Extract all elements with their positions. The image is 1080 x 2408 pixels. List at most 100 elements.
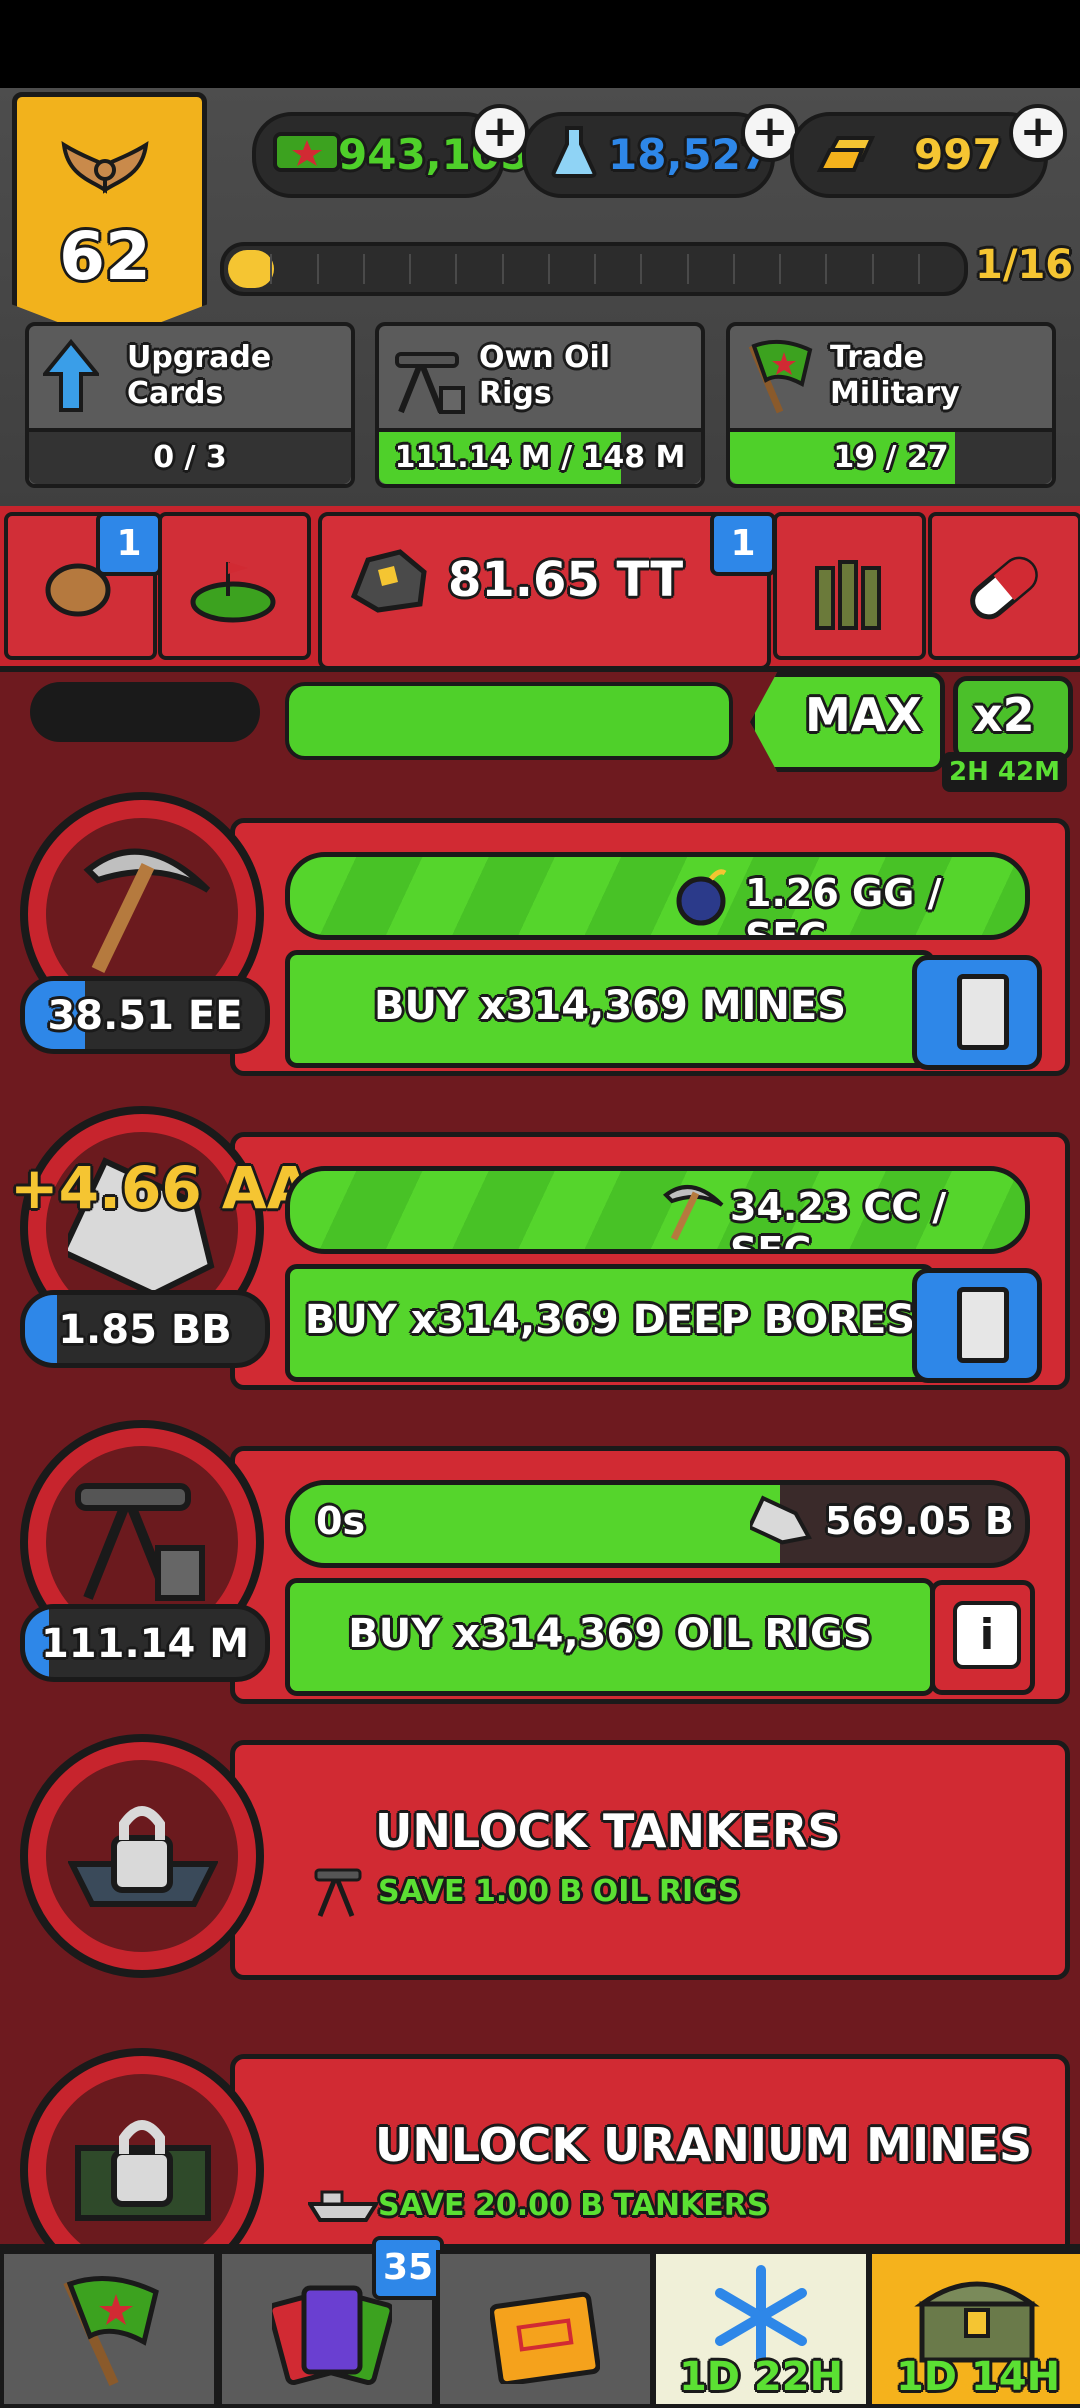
status-bar xyxy=(0,0,1080,88)
quest-progress: 0 / 3 xyxy=(29,428,351,484)
progress-segment-divider xyxy=(409,254,411,284)
progress-segment-divider xyxy=(362,254,365,284)
winter-event-timer: 1D 22H xyxy=(678,2354,844,2400)
progress-segment-divider xyxy=(270,254,273,284)
mines-count: 38.51 EE xyxy=(20,976,270,1054)
tab-ammo[interactable] xyxy=(773,512,926,660)
military-flag-icon xyxy=(63,2276,159,2387)
buy-mines-button[interactable]: BUY x314,369 MINES xyxy=(285,950,935,1068)
tab-farm[interactable] xyxy=(158,512,311,660)
flask-icon xyxy=(551,126,597,178)
cash-icon xyxy=(273,132,341,172)
pill-icon xyxy=(970,556,1038,620)
mines-rate: 1.26 GG / SEC xyxy=(745,871,942,940)
unlock-tankers-requirement: SAVE 1.00 B OIL RIGS xyxy=(378,1874,740,1909)
quest-label: Own Oil Rigs xyxy=(479,340,611,411)
tab-medicine[interactable] xyxy=(928,512,1080,660)
tab-badge: 1 xyxy=(710,512,776,576)
quest-own-oil-rigs[interactable]: Own Oil Rigs 111.14 M / 148 M xyxy=(375,322,705,488)
buy-mines-label: BUY x314,369 MINES xyxy=(373,983,847,1029)
deep-bores-count: 1.85 BB xyxy=(20,1290,270,1368)
previous-row-counter xyxy=(30,682,260,742)
add-cash-button[interactable]: + xyxy=(471,104,529,162)
tab-badge: 1 xyxy=(96,512,162,576)
progress-segment-divider xyxy=(917,254,920,284)
bullets-icon xyxy=(815,560,881,630)
tankers-avatar xyxy=(20,1734,264,1978)
research-counter[interactable]: 18,527 + xyxy=(522,104,799,198)
deep-bores-count-text: 1.85 BB xyxy=(58,1307,232,1353)
buy-oil-rigs-label: BUY x314,369 OIL RIGS xyxy=(348,1611,872,1657)
pickaxe-icon xyxy=(83,848,211,974)
quest-trade-military[interactable]: Trade Military 19 / 27 xyxy=(726,322,1056,488)
rank-progress-bar xyxy=(220,242,968,296)
card-icon xyxy=(957,1287,1009,1363)
drill-icon xyxy=(750,1495,812,1545)
add-gold-button[interactable]: + xyxy=(1009,104,1067,162)
progress-segment-divider xyxy=(640,254,643,284)
quest-progress: 19 / 27 xyxy=(730,428,1052,484)
card-icon xyxy=(957,974,1009,1050)
quest-upgrade-cards[interactable]: Upgrade Cards 0 / 3 xyxy=(25,322,355,488)
quest-label: Trade Military xyxy=(830,340,960,411)
quest-label: Upgrade Cards xyxy=(127,340,272,411)
pickaxe-icon xyxy=(662,1185,724,1241)
treasure-chest-icon xyxy=(914,2281,1040,2363)
mines-card-button[interactable] xyxy=(912,955,1042,1070)
progress-segment-divider xyxy=(594,254,596,284)
max-label: MAX xyxy=(805,688,922,742)
quest-progress-text: 111.14 M / 148 M xyxy=(394,440,686,475)
field-icon xyxy=(190,562,276,623)
chest-timer: 1D 14H xyxy=(895,2354,1061,2400)
rank-progress-fill xyxy=(228,250,275,288)
quest-progress-text: 0 / 3 xyxy=(153,440,227,475)
tanker-icon xyxy=(308,2190,378,2222)
military-flag-icon xyxy=(748,339,813,414)
tankers-locked-row[interactable] xyxy=(230,1740,1070,1980)
progress-segment-divider xyxy=(316,254,319,284)
oil-rigs-info-button[interactable]: i xyxy=(930,1580,1035,1695)
up-arrow-icon xyxy=(43,338,99,412)
oil-rigs-output: 569.05 B xyxy=(825,1499,1014,1543)
buy-oil-rigs-button[interactable]: BUY x314,369 OIL RIGS xyxy=(285,1578,935,1696)
oil-rigs-count-text: 111.14 M xyxy=(40,1621,250,1667)
oil-rig-icon xyxy=(395,352,465,414)
locked-uranium-mine-icon xyxy=(75,2120,211,2221)
cards-badge: 35 xyxy=(372,2236,444,2300)
progress-segment-divider xyxy=(547,254,550,284)
nav-chest[interactable]: 1D 14H xyxy=(868,2250,1080,2408)
deep-bores-rate: 34.23 CC / SEC xyxy=(730,1185,947,1254)
locked-tanker-icon xyxy=(68,1806,218,1907)
progress-segment-divider xyxy=(686,254,689,284)
progress-segment-divider xyxy=(871,254,874,284)
oil-rig-icon xyxy=(314,1868,362,1917)
progress-segment-divider xyxy=(732,254,735,284)
folder-icon xyxy=(490,2291,600,2384)
nav-military[interactable] xyxy=(0,2250,218,2408)
gold-value: 997 xyxy=(914,130,1002,179)
progress-segment-divider xyxy=(779,254,781,284)
wings-icon xyxy=(61,141,149,194)
gold-counter[interactable]: 997 + xyxy=(790,104,1067,198)
progress-segment-divider xyxy=(501,254,504,284)
buy-deep-bores-button[interactable]: BUY x314,369 DEEP BORES xyxy=(285,1264,935,1382)
x2-label: x2 xyxy=(973,688,1035,742)
bomb-icon xyxy=(676,869,727,926)
progress-segment-divider xyxy=(825,254,828,284)
cash-counter[interactable]: 943,105 + xyxy=(252,104,529,198)
deep-bores-card-button[interactable] xyxy=(912,1268,1042,1383)
floating-earnings: +4.66 AA xyxy=(10,1154,312,1222)
nav-documents[interactable] xyxy=(436,2250,654,2408)
oil-rig-icon xyxy=(75,1483,205,1601)
mines-count-text: 38.51 EE xyxy=(47,993,243,1039)
quest-progress-text: 19 / 27 xyxy=(833,440,949,475)
rank-level: 62 xyxy=(59,218,151,295)
x2-timer: 2H 42M xyxy=(942,752,1067,792)
ore-total: 81.65 TT xyxy=(448,552,684,608)
mines-rate-bar: 1.26 GG / SEC xyxy=(285,852,1030,940)
oil-rigs-count: 111.14 M xyxy=(20,1604,270,1682)
unlock-uranium-requirement: SAVE 20.00 B TANKERS xyxy=(378,2188,769,2223)
oil-rigs-timer: 0s xyxy=(316,1499,366,1543)
nav-winter-event[interactable]: 1D 22H xyxy=(652,2250,870,2408)
previous-row-buy xyxy=(285,682,733,760)
